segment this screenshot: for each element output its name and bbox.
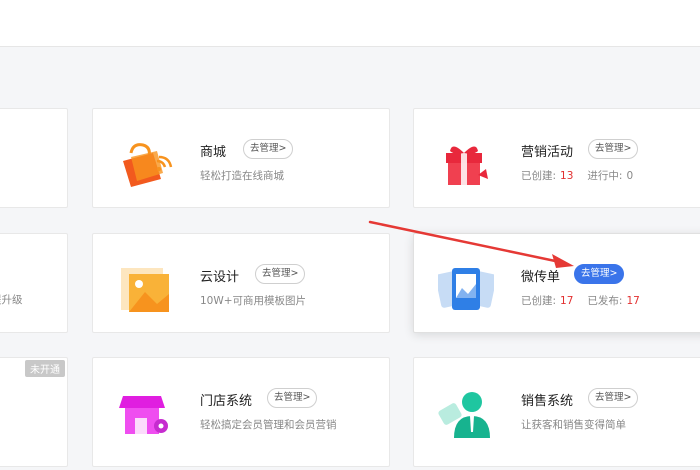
annotation-arrow: [368, 220, 574, 268]
